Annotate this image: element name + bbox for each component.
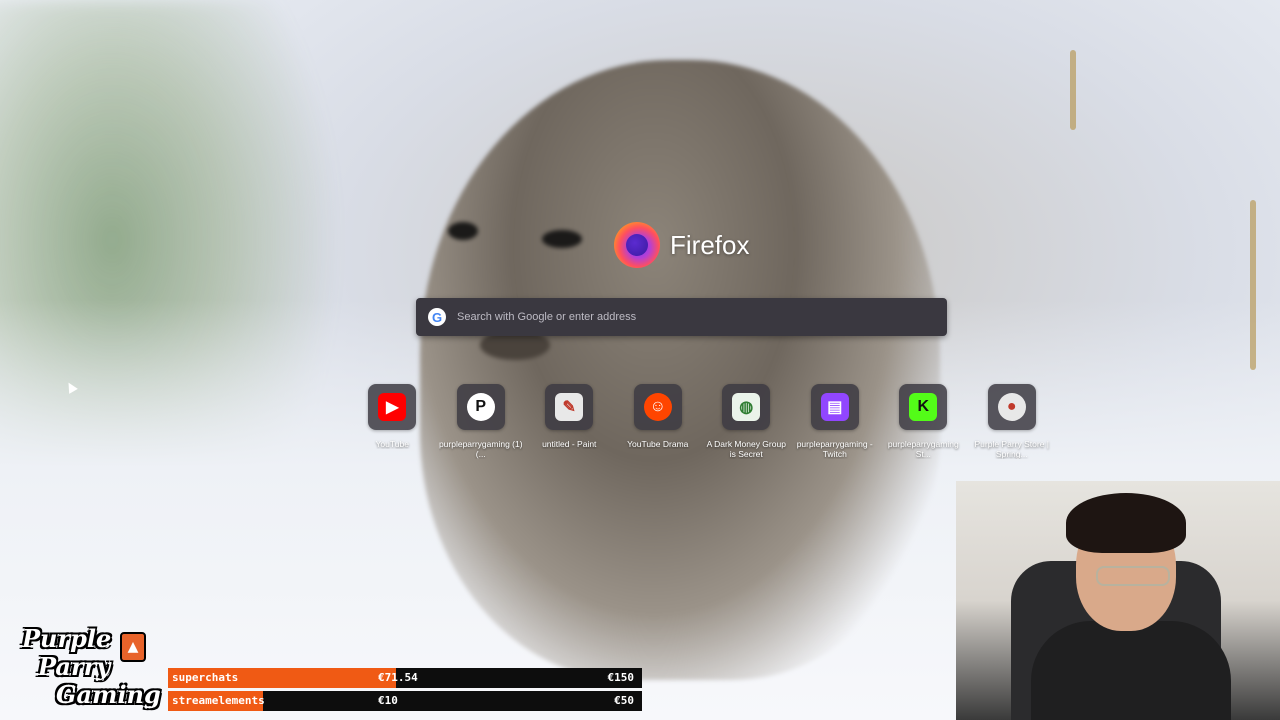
- patreon-icon: P: [466, 393, 495, 421]
- webcam-overlay: [956, 481, 1280, 720]
- top-site-tile[interactable]: ▶: [368, 384, 417, 430]
- top-site-tile[interactable]: K: [899, 384, 948, 430]
- top-site-twitch[interactable]: ▤ purpleparrygaming - Twitch: [791, 384, 880, 459]
- store-icon: ●: [997, 393, 1026, 421]
- streamelements-goal-bar: streamelements €10 €50: [168, 691, 642, 711]
- top-site-reddit[interactable]: ☺ YouTube Drama: [614, 384, 703, 459]
- goal-name: streamelements: [172, 694, 265, 707]
- search-input[interactable]: [455, 310, 939, 324]
- paint-icon: ✎: [555, 393, 584, 421]
- search-bar[interactable]: G: [416, 298, 947, 336]
- background-seal: [420, 60, 940, 680]
- top-site-patreon[interactable]: P purpleparrygaming (1) (...: [437, 384, 526, 459]
- webcam-person-hair: [1066, 493, 1186, 553]
- goal-target: €50: [614, 694, 634, 707]
- goal-current: €71.54: [378, 671, 418, 684]
- top-site-store[interactable]: ● Purple Parry Store | Spring...: [968, 384, 1057, 459]
- webcam-person-glasses: [1096, 566, 1170, 586]
- reddit-icon: ☺: [643, 393, 672, 421]
- goal-current: €10: [378, 694, 398, 707]
- background-stick: [1070, 50, 1076, 130]
- seal-eye: [542, 230, 582, 248]
- webcam-person: [1031, 621, 1231, 720]
- firefox-icon: [614, 222, 660, 268]
- top-sites: ▶ YouTube P purpleparrygaming (1) (... ✎…: [348, 384, 1056, 459]
- top-site-label: untitled - Paint: [542, 439, 597, 449]
- donation-goals: superchats €71.54 €150 streamelements €1…: [168, 668, 642, 714]
- top-site-label: Purple Parry Store | Spring...: [974, 439, 1050, 459]
- globe-icon: ◍: [732, 393, 761, 421]
- top-site-label: YouTube Drama: [627, 439, 689, 449]
- top-site-tile[interactable]: ◍: [722, 384, 771, 430]
- top-site-tile[interactable]: ✎: [545, 384, 594, 430]
- firefox-wordmark: Firefox: [670, 229, 750, 260]
- twitch-icon: ▤: [820, 393, 849, 421]
- seal-eye: [448, 222, 478, 240]
- top-site-tile[interactable]: ▤: [810, 384, 859, 430]
- top-site-label: purpleparrygaming - Twitch: [796, 439, 873, 459]
- stream-brand-logo: Purple ▲ Parry Gaming: [8, 624, 166, 716]
- goal-target: €150: [607, 671, 635, 684]
- youtube-icon: ▶: [378, 393, 407, 421]
- firefox-logo: Firefox: [614, 222, 749, 268]
- kick-icon: K: [909, 393, 938, 421]
- top-site-tile[interactable]: ●: [987, 384, 1036, 430]
- top-site-youtube[interactable]: ▶ YouTube: [348, 384, 437, 459]
- top-site-tile[interactable]: ☺: [633, 384, 682, 430]
- superchats-goal-bar: superchats €71.54 €150: [168, 668, 642, 688]
- fire-shield-icon: ▲: [120, 632, 146, 662]
- top-site-label: YouTube: [375, 439, 409, 449]
- background-stick: [1250, 200, 1256, 370]
- goal-name: superchats: [172, 671, 239, 684]
- top-site-label: A Dark Money Group is Secret: [706, 439, 786, 459]
- top-site-dark-money[interactable]: ◍ A Dark Money Group is Secret: [702, 384, 791, 459]
- top-site-tile[interactable]: P: [456, 384, 505, 430]
- brand-line: Gaming: [56, 680, 161, 709]
- google-icon: G: [428, 308, 446, 326]
- top-site-kick[interactable]: K purpleparrygaming St...: [879, 384, 968, 459]
- top-site-label: purpleparrygaming (1) (...: [438, 439, 523, 459]
- top-site-paint[interactable]: ✎ untitled - Paint: [525, 384, 614, 459]
- brand-line: Purple: [22, 624, 112, 653]
- brand-line: Parry: [38, 652, 111, 681]
- top-site-label: purpleparrygaming St...: [887, 439, 959, 459]
